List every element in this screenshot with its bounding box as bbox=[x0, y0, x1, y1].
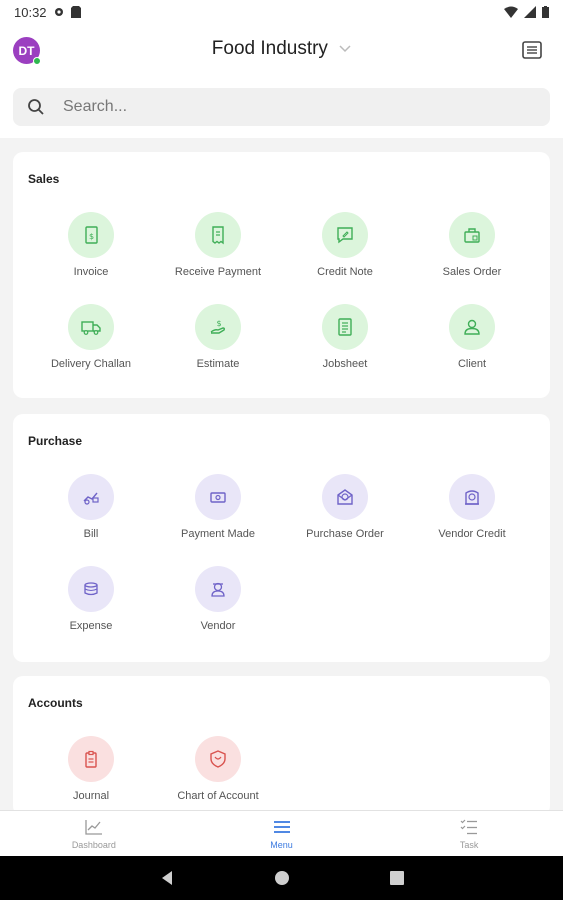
sim-card-icon bbox=[70, 6, 81, 18]
menu-tile-label: Chart of Account bbox=[177, 790, 259, 802]
search-bar[interactable] bbox=[13, 88, 550, 126]
menu-tile-label: Delivery Challan bbox=[50, 358, 132, 370]
menu-tile-purchase-order[interactable]: Purchase Order bbox=[282, 474, 408, 540]
menu-tile-vendor-credit[interactable]: Vendor Credit bbox=[409, 474, 535, 540]
nav-tab-label: Dashboard bbox=[71, 839, 116, 850]
menu-tile-label: Bill bbox=[83, 528, 99, 540]
menu-tile-chart-of-account[interactable]: Chart of Account bbox=[155, 736, 281, 802]
vendor-icon bbox=[211, 582, 225, 597]
list-view-icon[interactable] bbox=[521, 39, 543, 61]
section-title-purchase: Purchase bbox=[28, 434, 83, 448]
purchase-order-icon bbox=[337, 489, 353, 505]
menu-tile-estimate[interactable]: $ Estimate bbox=[155, 304, 281, 370]
task-checklist-icon bbox=[460, 819, 478, 834]
menu-tile-client[interactable]: Client bbox=[409, 304, 535, 370]
menu-tile-label: Vendor bbox=[200, 620, 236, 632]
app-bar: DT Food Industry bbox=[0, 24, 563, 78]
wifi-icon bbox=[504, 6, 518, 18]
menu-tile-vendor[interactable]: Vendor bbox=[155, 566, 281, 632]
menu-tile-label: Jobsheet bbox=[322, 358, 368, 370]
svg-text:$: $ bbox=[216, 319, 221, 328]
menu-tile-sales-order[interactable]: Sales Order bbox=[409, 212, 535, 278]
sales-order-icon bbox=[464, 228, 480, 243]
hamburger-menu-icon bbox=[273, 820, 290, 833]
payment-made-icon bbox=[210, 492, 226, 503]
section-title-sales: Sales bbox=[28, 172, 60, 186]
client-icon bbox=[464, 319, 480, 335]
search-area bbox=[0, 78, 563, 138]
menu-tile-label: Receive Payment bbox=[174, 266, 262, 278]
menu-tile-receive-payment[interactable]: Receive Payment bbox=[155, 212, 281, 278]
back-icon[interactable] bbox=[160, 870, 174, 886]
status-time: 10:32 bbox=[14, 4, 47, 20]
menu-tile-journal[interactable]: Journal bbox=[28, 736, 154, 802]
invoice-icon: $ bbox=[85, 226, 98, 244]
signal-icon bbox=[524, 6, 536, 18]
recents-icon[interactable] bbox=[389, 871, 404, 885]
jobsheet-icon bbox=[338, 318, 352, 336]
settings-gear-icon bbox=[54, 8, 63, 16]
status-bar: 10:32 bbox=[0, 0, 563, 24]
expense-icon bbox=[84, 582, 98, 596]
accounts-card: Accounts Journal Chart of Account bbox=[13, 676, 550, 816]
chevron-down-icon bbox=[339, 45, 351, 53]
section-title-accounts: Accounts bbox=[28, 696, 83, 710]
journal-icon bbox=[85, 750, 97, 768]
search-input[interactable] bbox=[63, 98, 503, 116]
org-selector[interactable]: Food Industry bbox=[0, 38, 563, 60]
menu-tile-label: Journal bbox=[72, 790, 110, 802]
nav-tab-label: Menu bbox=[270, 839, 293, 850]
menu-tile-label: Estimate bbox=[196, 358, 240, 370]
org-name: Food Industry bbox=[211, 38, 328, 59]
menu-tile-payment-made[interactable]: Payment Made bbox=[155, 474, 281, 540]
menu-tile-label: Expense bbox=[69, 620, 113, 632]
purchase-card: Purchase Bill Payment Made Purchase Orde… bbox=[13, 414, 550, 662]
delivery-truck-icon bbox=[81, 321, 101, 335]
nav-tab-task[interactable]: Task bbox=[375, 811, 563, 856]
home-icon[interactable] bbox=[274, 870, 290, 886]
battery-icon bbox=[542, 6, 549, 18]
credit-note-icon bbox=[337, 227, 353, 244]
menu-tile-delivery-challan[interactable]: Delivery Challan bbox=[28, 304, 154, 370]
dashboard-chart-icon bbox=[85, 819, 102, 835]
menu-tile-label: Sales Order bbox=[442, 266, 502, 278]
menu-tile-invoice[interactable]: $ Invoice bbox=[28, 212, 154, 278]
menu-tile-credit-note[interactable]: Credit Note bbox=[282, 212, 408, 278]
chart-of-account-icon bbox=[210, 750, 226, 768]
menu-tile-bill[interactable]: Bill bbox=[28, 474, 154, 540]
bill-icon bbox=[83, 492, 99, 505]
sales-card: Sales $ Invoice Receive Payment Credit N… bbox=[13, 152, 550, 398]
menu-tile-label: Payment Made bbox=[181, 528, 255, 540]
menu-tile-expense[interactable]: Expense bbox=[28, 566, 154, 632]
menu-tile-label: Invoice bbox=[73, 266, 109, 278]
nav-tab-dashboard[interactable]: Dashboard bbox=[0, 811, 188, 856]
vendor-credit-icon bbox=[465, 490, 479, 505]
menu-tile-label: Client bbox=[457, 358, 487, 370]
nav-tab-menu[interactable]: Menu bbox=[188, 811, 376, 856]
search-icon bbox=[28, 99, 44, 115]
receipt-icon bbox=[212, 226, 224, 245]
system-nav-bar bbox=[0, 856, 563, 900]
menu-tile-jobsheet[interactable]: Jobsheet bbox=[282, 304, 408, 370]
nav-tab-label: Task bbox=[459, 839, 479, 850]
bottom-nav: Dashboard Menu Task bbox=[0, 810, 563, 856]
menu-tile-label: Purchase Order bbox=[306, 528, 384, 540]
menu-tile-label: Vendor Credit bbox=[438, 528, 506, 540]
svg-text:$: $ bbox=[89, 232, 94, 241]
menu-tile-label: Credit Note bbox=[317, 266, 373, 278]
estimate-icon: $ bbox=[210, 319, 226, 334]
